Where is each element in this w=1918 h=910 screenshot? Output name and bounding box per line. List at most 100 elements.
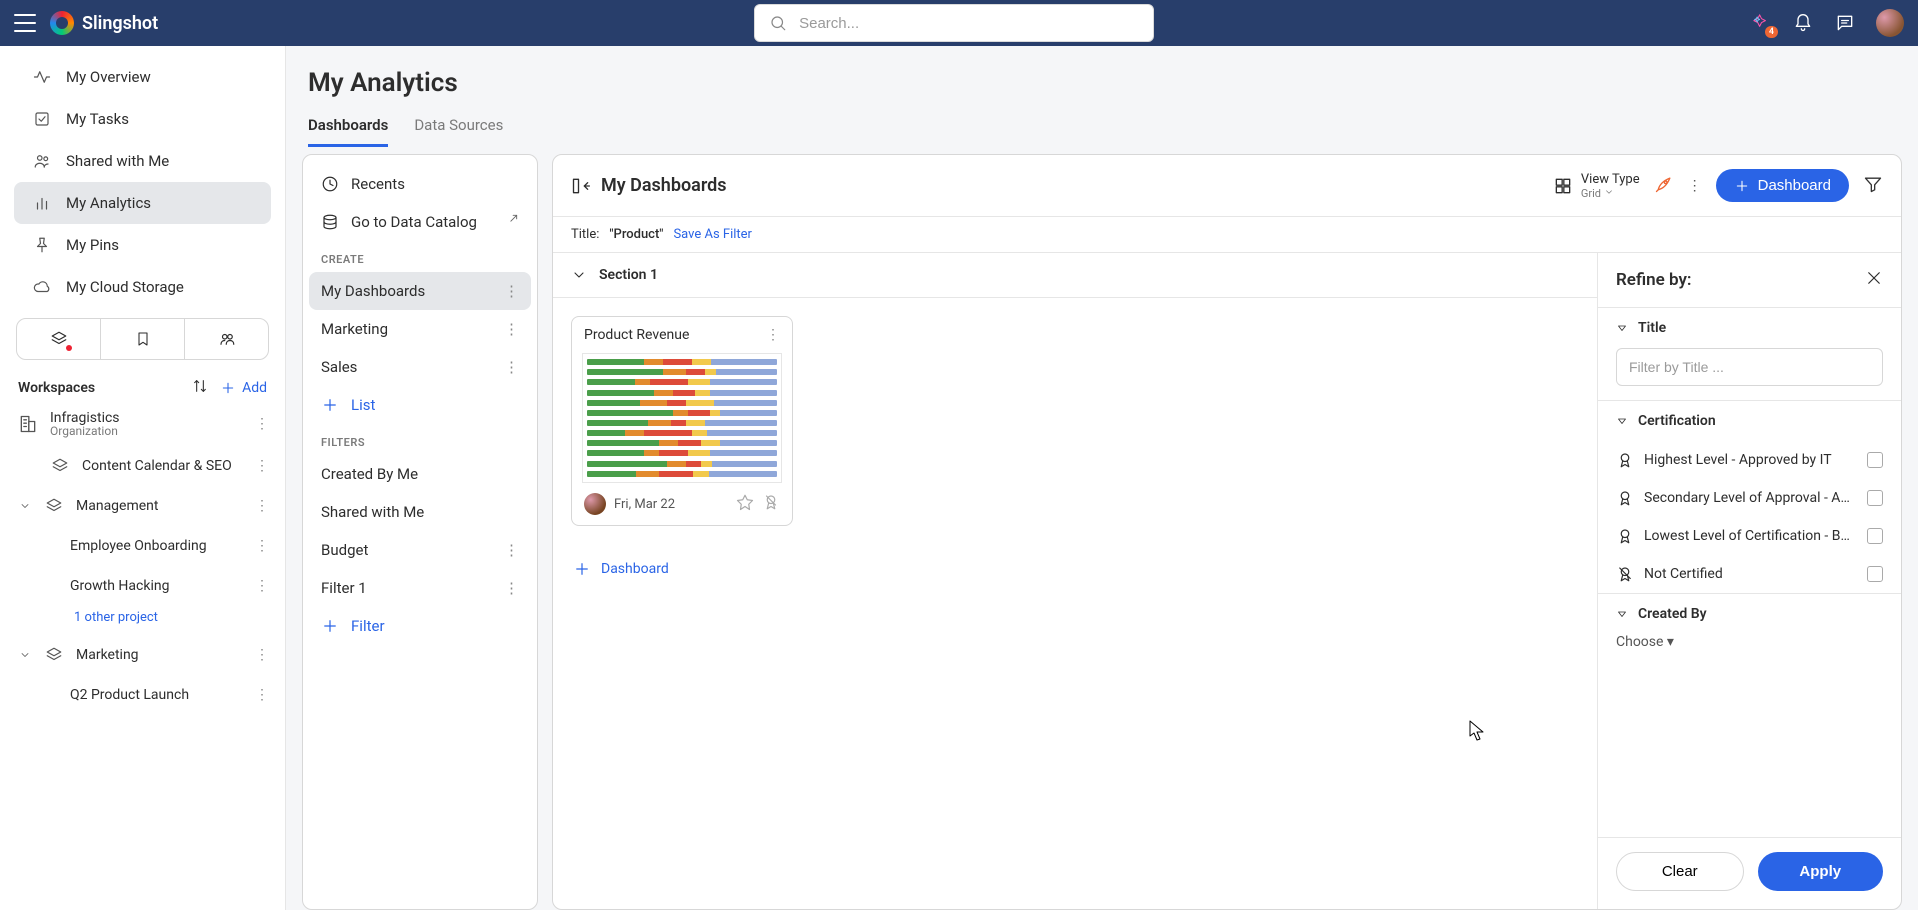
workspace-menu[interactable]: ⋮ [251, 534, 273, 558]
nav-my-pins[interactable]: My Pins [14, 224, 271, 266]
chat-icon[interactable] [1834, 12, 1856, 34]
workspace-org[interactable]: Infragistics Organization ⋮ [0, 402, 285, 446]
dp-more-menu[interactable]: ⋮ [1688, 178, 1702, 194]
medal-icon [1616, 565, 1634, 583]
workspace-management[interactable]: Management ⋮ [0, 486, 285, 526]
workspace-menu[interactable]: ⋮ [251, 574, 273, 598]
view-workspaces[interactable] [17, 319, 101, 359]
refine-section-createdby[interactable]: Created By [1598, 594, 1901, 634]
viewtype-label: View Type [1581, 172, 1640, 187]
add-dashboard-inline[interactable]: Dashboard [553, 544, 1597, 594]
view-type-selector[interactable]: View Type Grid [1553, 172, 1640, 200]
lp-filter-item[interactable]: Filter 1 ⋮ [309, 569, 531, 607]
notifications-icon[interactable] [1792, 12, 1814, 34]
workspace-menu[interactable]: ⋮ [251, 494, 273, 518]
lp-filter-item[interactable]: Shared with Me [309, 493, 531, 531]
refine-section-label: Created By [1638, 606, 1707, 622]
chevron-down-icon[interactable] [18, 500, 32, 512]
cert-status-icon[interactable] [762, 493, 780, 515]
lp-list-item[interactable]: Sales ⋮ [309, 348, 531, 386]
global-search[interactable] [754, 4, 1154, 42]
tab-data-sources[interactable]: Data Sources [414, 108, 503, 147]
checkbox[interactable] [1867, 528, 1883, 544]
nav-my-cloud-storage[interactable]: My Cloud Storage [14, 266, 271, 308]
list-panel: Recents Go to Data Catalog CREATE My Das… [302, 154, 538, 910]
workspace-content-calendar[interactable]: Content Calendar & SEO ⋮ [0, 446, 285, 486]
nav-shared-with-me[interactable]: Shared with Me [14, 140, 271, 182]
pin-icon [32, 235, 52, 255]
refine-title: Refine by: [1616, 270, 1692, 290]
chart-thumbnail [582, 353, 782, 483]
cert-option[interactable]: Secondary Level of Approval - A… [1598, 479, 1901, 517]
workspace-marketing[interactable]: Marketing ⋮ [0, 635, 285, 675]
checkbox[interactable] [1867, 452, 1883, 468]
workspace-child[interactable]: Growth Hacking ⋮ [0, 566, 285, 606]
card-menu[interactable]: ⋮ [766, 327, 780, 343]
lp-filters-heading: FILTERS [309, 424, 531, 455]
lp-filter-item[interactable]: Created By Me [309, 455, 531, 493]
workspace-menu[interactable]: ⋮ [251, 454, 273, 478]
workspace-menu[interactable]: ⋮ [251, 412, 273, 436]
refine-section-cert[interactable]: Certification [1598, 401, 1901, 441]
cert-option[interactable]: Not Certified [1598, 555, 1901, 593]
collapse-icon[interactable] [571, 176, 591, 196]
cert-option[interactable]: Highest Level - Approved by IT [1598, 441, 1901, 479]
sort-icon[interactable] [192, 378, 208, 398]
workspace-menu[interactable]: ⋮ [251, 683, 273, 707]
lp-item-menu[interactable]: ⋮ [504, 282, 519, 300]
brand[interactable]: Slingshot [50, 11, 158, 35]
dashboard-card[interactable]: Product Revenue ⋮ [571, 316, 793, 526]
assist-icon[interactable]: 4 [1750, 12, 1772, 34]
workspace-name: Management [76, 498, 158, 514]
lp-item-menu[interactable]: ⋮ [504, 320, 519, 338]
search-input[interactable] [797, 14, 1139, 33]
lp-recents[interactable]: Recents [309, 165, 531, 203]
rocket-icon[interactable] [1654, 174, 1674, 198]
refine-title-input[interactable] [1616, 348, 1883, 386]
filter-value: "Product" [609, 227, 663, 242]
refine-apply-button[interactable]: Apply [1758, 852, 1884, 891]
refine-section-title[interactable]: Title [1598, 308, 1901, 348]
lp-item-menu[interactable]: ⋮ [504, 358, 519, 376]
new-dashboard-button[interactable]: Dashboard [1716, 169, 1849, 202]
favorite-icon[interactable] [736, 493, 754, 515]
add-workspace[interactable]: Add [220, 380, 267, 396]
refine-close[interactable] [1865, 269, 1883, 291]
cert-option[interactable]: Lowest Level of Certification - B… [1598, 517, 1901, 555]
lp-add-filter[interactable]: Filter [309, 607, 531, 645]
nav-my-tasks[interactable]: My Tasks [14, 98, 271, 140]
lp-list-item[interactable]: Marketing ⋮ [309, 310, 531, 348]
cert-label: Lowest Level of Certification - B… [1644, 528, 1857, 544]
workspace-child[interactable]: Q2 Product Launch ⋮ [0, 675, 285, 715]
lp-list-item[interactable]: My Dashboards ⋮ [309, 272, 531, 310]
view-members[interactable] [185, 319, 268, 359]
lp-add-list[interactable]: List [309, 386, 531, 424]
cert-label: Not Certified [1644, 566, 1857, 582]
section-header[interactable]: Section 1 [553, 253, 1597, 298]
lp-item-menu[interactable]: ⋮ [504, 579, 519, 597]
nav-my-overview[interactable]: My Overview [14, 56, 271, 98]
refine-clear-button[interactable]: Clear [1616, 852, 1744, 891]
tab-dashboards[interactable]: Dashboards [308, 108, 388, 147]
save-as-filter[interactable]: Save As Filter [673, 227, 752, 242]
lp-label: List [351, 396, 375, 414]
workspace-menu[interactable]: ⋮ [251, 643, 273, 667]
checkbox[interactable] [1867, 490, 1883, 506]
lp-item-menu[interactable]: ⋮ [504, 541, 519, 559]
chevron-down-icon[interactable] [18, 649, 32, 661]
filter-toggle[interactable] [1863, 174, 1883, 198]
checkbox[interactable] [1867, 566, 1883, 582]
lp-filter-item[interactable]: Budget ⋮ [309, 531, 531, 569]
cloud-icon [32, 277, 52, 297]
nav-my-analytics[interactable]: My Analytics [14, 182, 271, 224]
card-date: Fri, Mar 22 [614, 497, 675, 512]
nav-item-label: My Overview [66, 68, 151, 86]
workspace-child[interactable]: Employee Onboarding ⋮ [0, 526, 285, 566]
lp-data-catalog[interactable]: Go to Data Catalog [309, 203, 531, 241]
menu-toggle[interactable] [14, 14, 36, 32]
view-bookmarks[interactable] [101, 319, 185, 359]
filter-prefix: Title: [571, 227, 599, 242]
createdby-choose[interactable]: Choose ▾ [1598, 634, 1901, 656]
user-avatar[interactable] [1876, 9, 1904, 37]
workspace-more-projects[interactable]: 1 other project [0, 606, 285, 635]
